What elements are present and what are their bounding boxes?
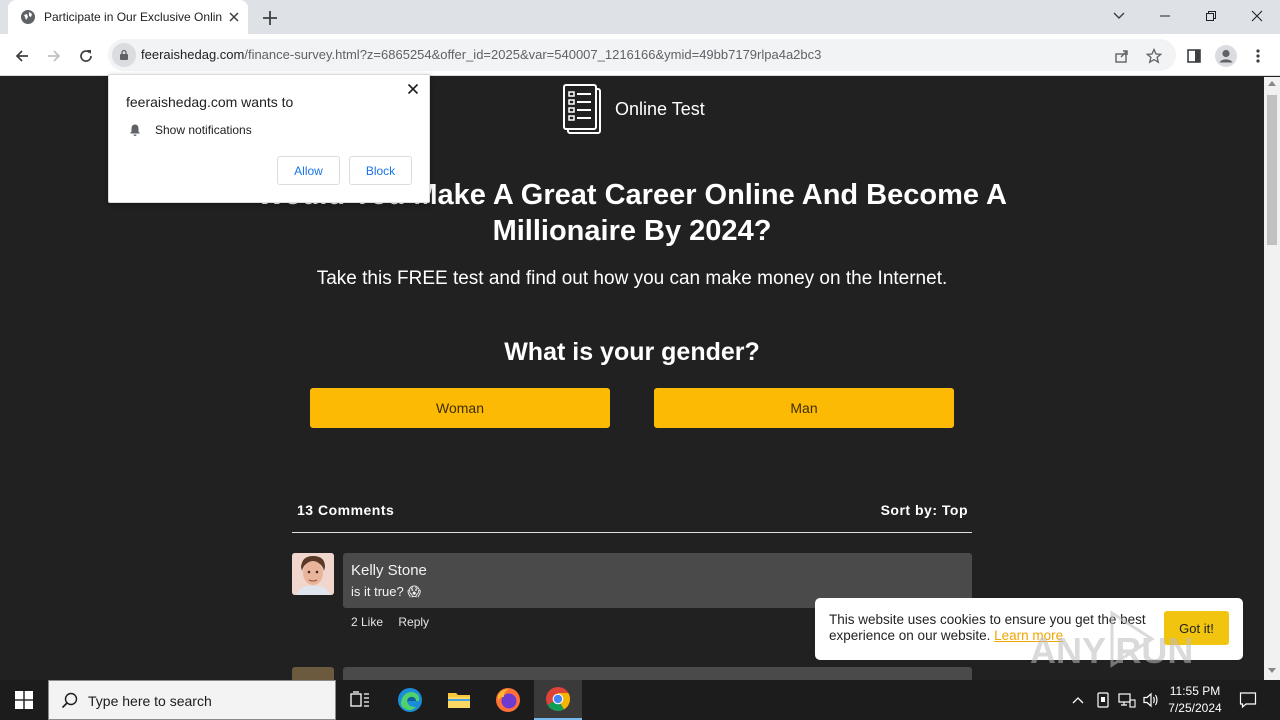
device-icon [1097,692,1109,708]
page-scrollbar[interactable] [1264,77,1280,680]
side-panel-button[interactable] [1180,42,1208,70]
tab-search-button[interactable] [1096,0,1142,32]
minimize-icon [1160,15,1170,17]
chrome-icon [546,687,571,712]
allow-button[interactable]: Allow [277,156,340,185]
url-text: feeraishedag.com/finance-survey.html?z=6… [141,47,821,62]
browser-tab[interactable]: Participate in Our Exclusive Online [8,0,248,34]
restore-icon [1206,11,1216,21]
tab-title: Participate in Our Exclusive Online [44,10,222,24]
firefox-icon [496,688,520,712]
comment-actions: 2 Like Reply [351,615,441,629]
edge-taskbar-app[interactable] [386,680,434,720]
firefox-taskbar-app[interactable] [484,680,532,720]
browser-toolbar: feeraishedag.com/finance-survey.html?z=6… [0,34,1280,76]
comment-bubble [343,667,972,680]
site-info-button[interactable] [112,43,136,67]
arrow-left-icon [15,50,28,62]
star-icon [1146,48,1162,64]
menu-button[interactable] [1244,42,1272,70]
scroll-up-arrow-icon[interactable] [1268,81,1276,86]
sort-selector[interactable]: Sort by: Top [881,502,968,518]
chrome-taskbar-app[interactable] [534,680,582,720]
system-clock[interactable]: 11:55 PM 7/25/2024 [1158,683,1232,717]
restore-button[interactable] [1188,0,1234,32]
anyrun-watermark: ANY RUN [1030,610,1193,671]
lock-icon [120,49,128,60]
folder-icon [448,693,470,708]
close-icon[interactable] [405,81,421,97]
scroll-down-arrow-icon[interactable] [1268,668,1276,673]
comments-count: 13 Comments [297,502,395,518]
side-panel-icon [1187,49,1201,63]
browser-tab-strip: Participate in Our Exclusive Online [0,0,1280,34]
task-view-button[interactable] [336,680,384,720]
url-path: /finance-survey.html?z=6865254&offer_id=… [244,47,822,62]
device-tray-button[interactable] [1092,680,1114,720]
globe-icon [21,10,35,24]
brand-name: Online Test [615,98,705,119]
page-subheadline: Take this FREE test and find out how you… [316,268,948,289]
bookmark-button[interactable] [1140,42,1168,70]
scrollbar-thumb[interactable] [1267,95,1277,245]
chevron-up-icon [1072,697,1084,704]
clock-date: 7/25/2024 [1168,701,1222,715]
new-tab-icon[interactable] [258,6,282,30]
notifications-center-button[interactable] [1234,680,1262,720]
permission-label: Show notifications [155,123,252,137]
notification-center-icon [1239,692,1257,709]
avatar [292,553,334,595]
avatar-icon [1215,45,1237,67]
taskbar-search-box[interactable]: Type here to search [48,680,336,720]
comment-text: is it true? 😱 [351,584,421,599]
profile-button[interactable] [1212,42,1240,70]
reload-button[interactable] [72,42,100,70]
close-window-button[interactable] [1234,0,1280,32]
file-explorer-taskbar-app[interactable] [435,680,483,720]
address-bar[interactable]: feeraishedag.com/finance-survey.html?z=6… [108,39,1176,71]
forward-button[interactable] [40,42,68,70]
windows-logo-icon [15,691,33,709]
kebab-menu-icon [1256,49,1260,63]
comment-author[interactable]: Kelly Stone [351,562,427,579]
back-button[interactable] [8,42,36,70]
close-tab-icon[interactable] [226,9,242,25]
bell-icon [130,124,140,136]
search-icon [61,692,78,709]
comments-header: 13 Comments Sort by: Top [292,497,972,533]
arrow-right-icon [48,50,61,62]
woman-button[interactable]: Woman [310,388,610,428]
network-icon [1118,693,1136,708]
reload-icon [80,50,92,62]
close-icon [1251,10,1263,22]
test-document-icon [563,84,601,134]
task-view-icon [350,691,369,707]
notification-permission-dialog: feeraishedag.com wants to Show notificat… [108,74,430,203]
like-link[interactable]: 2 Like [351,615,383,629]
block-button[interactable]: Block [349,156,412,185]
reply-link[interactable]: Reply [398,615,429,629]
minimize-button[interactable] [1142,0,1188,32]
survey-question: What is your gender? [504,338,760,366]
show-hidden-icons-button[interactable] [1068,680,1088,720]
edge-icon [398,688,422,712]
avatar [292,667,334,680]
permission-site: feeraishedag.com wants to [126,94,294,110]
search-placeholder: Type here to search [88,693,212,709]
commenter-photo [292,553,334,595]
start-button[interactable] [0,680,48,720]
man-button[interactable]: Man [654,388,954,428]
windows-taskbar: Type here to search 11:55 PM 7/25/2024 [0,680,1280,720]
chevron-down-icon [1113,12,1125,19]
url-host: feeraishedag.com [141,47,245,62]
site-brand: Online Test [562,83,705,135]
share-button[interactable] [1108,42,1136,70]
network-tray-button[interactable] [1116,680,1138,720]
share-icon [1115,50,1128,63]
watermark-text: ANY RUN [1030,630,1193,671]
clock-time: 11:55 PM [1169,684,1221,698]
